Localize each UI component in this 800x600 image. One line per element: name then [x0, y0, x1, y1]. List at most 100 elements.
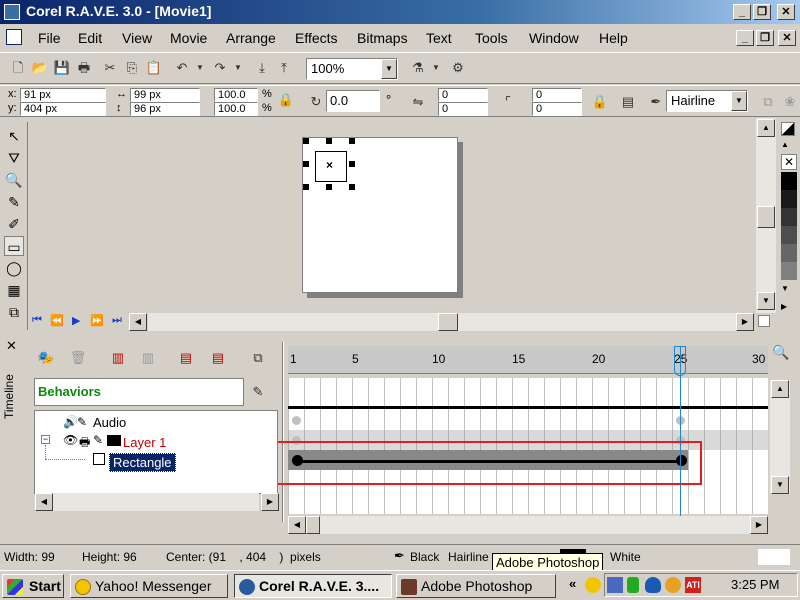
scroll-up-icon[interactable]: ▲: [757, 119, 775, 137]
ellipse-tool-icon[interactable]: ◯: [4, 258, 24, 278]
chevron-down-icon[interactable]: ▼: [381, 59, 397, 79]
scale-x-field[interactable]: 100.0: [214, 88, 258, 102]
lock-ratio-icon[interactable]: 🔒: [276, 90, 296, 110]
chevron-down-icon[interactable]: ▼: [731, 91, 747, 111]
x-position-field[interactable]: 91 px: [20, 88, 106, 102]
vertical-scrollbar[interactable]: ▲ ▼: [756, 118, 776, 313]
zoom-timeline-icon[interactable]: 🔍: [772, 344, 789, 361]
next-frame-icon[interactable]: ⏩: [90, 314, 104, 327]
playhead-marker[interactable]: [674, 346, 686, 376]
smiley-icon[interactable]: [665, 577, 681, 593]
behaviors-field[interactable]: Behaviors: [34, 378, 244, 406]
play-icon[interactable]: ▶: [72, 314, 80, 327]
redo-dropdown-icon[interactable]: ▼: [228, 58, 248, 78]
splitter[interactable]: [282, 342, 284, 522]
no-color-swatch[interactable]: ✕: [781, 154, 797, 170]
show-hidden-icons-icon[interactable]: «: [569, 576, 576, 591]
menu-text[interactable]: Text: [426, 30, 452, 46]
selection-handle[interactable]: [303, 138, 309, 144]
corner-3-field[interactable]: 0: [532, 88, 582, 102]
close-docker-icon[interactable]: ✕: [6, 338, 17, 354]
shape-tool-icon[interactable]: ⛛: [4, 148, 24, 168]
speaker-icon[interactable]: 🔊: [63, 415, 78, 429]
layer-properties-icon[interactable]: ⧉: [248, 348, 268, 368]
paste-icon[interactable]: 📋: [144, 58, 164, 78]
layer-color-swatch[interactable]: [107, 435, 121, 446]
horizontal-scroll-thumb[interactable]: [438, 313, 458, 331]
scroll-down-icon[interactable]: ▼: [757, 292, 775, 310]
yahoo-tray-icon[interactable]: [585, 577, 601, 593]
undo-dropdown-icon[interactable]: ▼: [190, 58, 210, 78]
corner-1-field[interactable]: 0: [438, 88, 488, 102]
menu-arrange[interactable]: Arrange: [226, 30, 276, 46]
options-icon[interactable]: ⚙: [448, 58, 468, 78]
menu-tools[interactable]: Tools: [475, 30, 508, 46]
scale-y-field[interactable]: 100.0: [214, 102, 258, 116]
rectangle-object-label[interactable]: Rectangle: [109, 453, 176, 472]
menu-window[interactable]: Window: [529, 30, 579, 46]
behavior-edit-icon[interactable]: ✎: [248, 382, 268, 402]
curve-icon[interactable]: ❀: [780, 92, 800, 112]
timeline-vertical-scrollbar[interactable]: ▲ ▼: [770, 380, 790, 494]
smart-fill-tool-icon[interactable]: ✐: [4, 214, 24, 234]
open-icon[interactable]: 📂: [30, 58, 50, 78]
convert-icon[interactable]: ⧉: [758, 92, 778, 112]
network-icon[interactable]: [607, 577, 623, 593]
audio-layer-label[interactable]: Audio: [93, 415, 126, 430]
clock[interactable]: 3:25 PM: [731, 577, 779, 592]
selection-handle[interactable]: [349, 184, 355, 190]
rotation-field[interactable]: 0.0: [326, 90, 380, 112]
mdi-minimize-button[interactable]: _: [736, 30, 754, 46]
ati-icon[interactable]: ATI: [685, 577, 701, 593]
shield-icon[interactable]: [645, 577, 661, 593]
mdi-close-button[interactable]: ✕: [778, 30, 796, 46]
export-icon[interactable]: ⤒: [274, 58, 294, 78]
import-icon[interactable]: ⤓: [252, 58, 272, 78]
palette-up-icon[interactable]: ▲: [781, 140, 789, 149]
cut-icon[interactable]: ✂: [100, 58, 120, 78]
menu-view[interactable]: View: [122, 30, 152, 46]
start-button[interactable]: Start: [2, 574, 64, 598]
scroll-right-icon[interactable]: ▶: [750, 516, 768, 534]
restore-button[interactable]: ❐: [753, 4, 771, 20]
zoom-select[interactable]: 100% ▼: [306, 58, 398, 80]
tree-scroll-left-icon[interactable]: ◀: [35, 493, 53, 511]
corner-4-field[interactable]: 0: [532, 102, 582, 116]
print-icon[interactable]: 🖶: [74, 58, 94, 78]
y-position-field[interactable]: 404 px: [20, 102, 106, 116]
edit-pencil-icon[interactable]: ✎: [93, 433, 103, 447]
menu-help[interactable]: Help: [599, 30, 628, 46]
pick-tool-icon[interactable]: ↖: [4, 126, 24, 146]
collapse-icon[interactable]: −: [41, 435, 50, 444]
interactive-tool-icon[interactable]: ⧉: [4, 302, 24, 322]
scroll-down-icon[interactable]: ▼: [771, 476, 789, 494]
insert-frame-icon[interactable]: ▥: [108, 348, 128, 368]
scroll-left-icon[interactable]: ◀: [129, 313, 147, 331]
print-layer-icon[interactable]: 🖶: [79, 433, 90, 454]
insert-keyframe-icon[interactable]: ▤: [176, 348, 196, 368]
swatch-50-black[interactable]: [781, 262, 797, 280]
tree-scroll-track[interactable]: [53, 493, 259, 511]
task-adobe-photoshop[interactable]: Adobe Photoshop: [396, 574, 556, 598]
mdi-restore-button[interactable]: ❐: [756, 30, 774, 46]
rectangle-tool-icon[interactable]: ▭: [4, 236, 24, 256]
timeline-scroll-thumb[interactable]: [306, 516, 320, 534]
height-field[interactable]: 96 px: [130, 102, 200, 116]
last-frame-icon[interactable]: ⏭: [112, 314, 122, 327]
swatch-80-black[interactable]: [781, 208, 797, 226]
swatch-90-black[interactable]: [781, 190, 797, 208]
close-button[interactable]: ✕: [777, 4, 795, 20]
undo-icon[interactable]: ↶: [172, 58, 192, 78]
new-icon[interactable]: 🗋: [8, 58, 28, 78]
launcher-dropdown-icon[interactable]: ▼: [426, 58, 446, 78]
menu-effects[interactable]: Effects: [295, 30, 338, 46]
selection-handle[interactable]: [303, 161, 309, 167]
menu-movie[interactable]: Movie: [170, 30, 207, 46]
lock-corners-icon[interactable]: 🔒: [590, 92, 610, 112]
zoom-tool-icon[interactable]: 🔍: [4, 170, 24, 190]
document-icon[interactable]: [6, 29, 22, 45]
corner-2-field[interactable]: 0: [438, 102, 488, 116]
menu-file[interactable]: File: [38, 30, 61, 46]
mirror-icon[interactable]: ⇋: [408, 92, 428, 112]
scroll-thumb[interactable]: [757, 206, 775, 228]
